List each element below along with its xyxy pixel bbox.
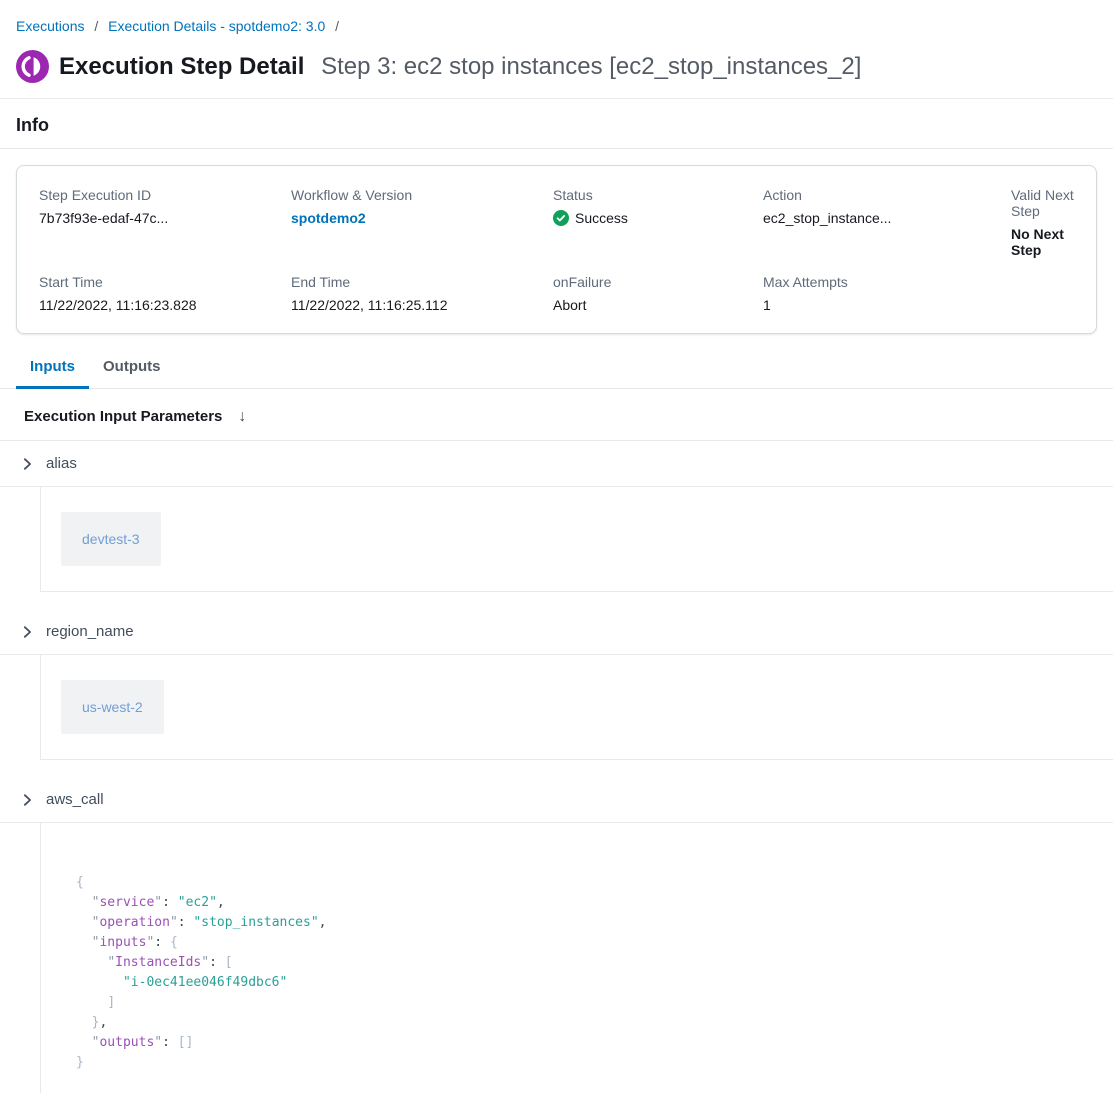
end-time-value: 11/22/2022, 11:16:25.112 <box>291 297 553 313</box>
aws-call-json-code: { "service": "ec2", "operation": "stop_i… <box>76 873 1093 1073</box>
workflow-link[interactable]: spotdemo2 <box>291 210 553 226</box>
field-label: Valid Next Step <box>1011 187 1074 219</box>
info-card: Step Execution ID 7b73f93e-edaf-47c... W… <box>16 165 1097 334</box>
status-text: Success <box>575 210 628 226</box>
execution-input-parameters-title: Execution Input Parameters <box>24 408 222 425</box>
field-status: Status Success <box>553 187 763 258</box>
breadcrumb-separator: / <box>335 18 339 34</box>
breadcrumb-separator: / <box>94 18 98 34</box>
expander-alias-label: alias <box>46 455 77 472</box>
action-value: ec2_stop_instance... <box>763 210 1011 226</box>
execution-step-detail-page: Executions / Execution Details - spotdem… <box>0 18 1113 1093</box>
chevron-right-icon <box>20 457 34 471</box>
breadcrumb: Executions / Execution Details - spotdem… <box>16 18 1097 34</box>
divider <box>0 148 1113 149</box>
onfailure-value: Abort <box>553 297 763 313</box>
expander-region-name-header[interactable]: region_name <box>0 609 1113 654</box>
expander-region-name: region_name us-west-2 <box>0 609 1113 760</box>
field-label: Status <box>553 187 763 203</box>
expander-aws-call-label: aws_call <box>46 791 104 808</box>
breadcrumb-link-executions[interactable]: Executions <box>16 18 84 34</box>
field-label: End Time <box>291 274 553 290</box>
page-header: Execution Step Detail Step 3: ec2 stop i… <box>16 50 1097 83</box>
spot-logo-icon <box>16 50 49 83</box>
region-name-value-chip: us-west-2 <box>61 680 164 734</box>
field-label: Step Execution ID <box>39 187 291 203</box>
field-label: Max Attempts <box>763 274 1011 290</box>
field-step-execution-id: Step Execution ID 7b73f93e-edaf-47c... <box>39 187 291 258</box>
alias-value-chip: devtest-3 <box>61 512 161 566</box>
field-label: Action <box>763 187 1011 203</box>
field-start-time: Start Time 11/22/2022, 11:16:23.828 <box>39 274 291 313</box>
execution-input-parameters-header: Execution Input Parameters ↓ <box>0 389 1113 440</box>
field-workflow-version: Workflow & Version spotdemo2 <box>291 187 553 258</box>
field-end-time: End Time 11/22/2022, 11:16:25.112 <box>291 274 553 313</box>
info-heading: Info <box>16 115 1097 136</box>
field-onfailure: onFailure Abort <box>553 274 763 313</box>
info-grid: Step Execution ID 7b73f93e-edaf-47c... W… <box>39 187 1074 313</box>
status-badge: Success <box>553 210 763 226</box>
expander-aws-call: aws_call { "service": "ec2", "operation"… <box>0 777 1113 1093</box>
success-check-icon <box>553 210 569 226</box>
expander-alias: alias devtest-3 <box>0 441 1113 592</box>
start-time-value: 11/22/2022, 11:16:23.828 <box>39 297 291 313</box>
step-execution-id-value: 7b73f93e-edaf-47c... <box>39 210 291 226</box>
field-label: Start Time <box>39 274 291 290</box>
expander-aws-call-content: { "service": "ec2", "operation": "stop_i… <box>40 823 1113 1093</box>
chevron-right-icon <box>20 625 34 639</box>
down-arrow-icon[interactable]: ↓ <box>238 409 246 425</box>
field-label: Workflow & Version <box>291 187 553 203</box>
expander-alias-content: devtest-3 <box>40 487 1113 592</box>
breadcrumb-link-execution-details[interactable]: Execution Details - spotdemo2: 3.0 <box>108 18 325 34</box>
tab-inputs[interactable]: Inputs <box>16 350 89 389</box>
expander-aws-call-header[interactable]: aws_call <box>0 777 1113 822</box>
field-valid-next-step: Valid Next Step No Next Step <box>1011 187 1074 258</box>
chevron-right-icon <box>20 793 34 807</box>
expander-alias-header[interactable]: alias <box>0 441 1113 486</box>
tab-outputs[interactable]: Outputs <box>89 350 175 389</box>
max-attempts-value: 1 <box>763 297 1011 313</box>
field-action: Action ec2_stop_instance... <box>763 187 1011 258</box>
page-subtitle: Step 3: ec2 stop instances [ec2_stop_ins… <box>321 53 861 80</box>
expander-region-name-content: us-west-2 <box>40 655 1113 760</box>
expander-region-name-label: region_name <box>46 623 134 640</box>
field-label: onFailure <box>553 274 763 290</box>
page-title-row: Execution Step Detail Step 3: ec2 stop i… <box>59 50 861 83</box>
page-title: Execution Step Detail <box>59 53 304 80</box>
field-max-attempts: Max Attempts 1 <box>763 274 1011 313</box>
tabs: Inputs Outputs <box>0 350 1113 389</box>
divider <box>0 98 1113 99</box>
valid-next-step-value: No Next Step <box>1011 226 1074 258</box>
